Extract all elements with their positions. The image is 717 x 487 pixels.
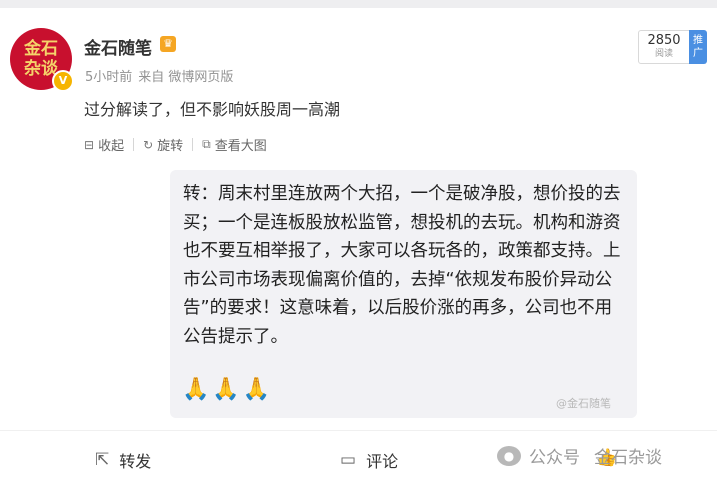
post-source: 来自 微博网页版 (138, 70, 234, 85)
post-text: 过分解读了，但不影响妖股周一高潮 (84, 100, 341, 119)
post-meta: 5小时前 来自 微博网页版 (85, 66, 233, 85)
promote-button[interactable]: 推广 (689, 30, 707, 64)
media-toolbar: ⊟ 收起 ↻ 旋转 ⧉ 查看大图 (84, 135, 267, 154)
rotate-button[interactable]: ↻ 旋转 (143, 135, 183, 155)
post-time[interactable]: 5小时前 (85, 70, 132, 85)
view-count: 2850 (647, 33, 681, 48)
vip-crown-icon: ♛ (160, 36, 176, 52)
divider (192, 138, 194, 151)
view-count-label: 阅读 (654, 49, 673, 59)
rotate-icon: ↻ (143, 137, 154, 152)
collapse-icon: ⊟ (84, 137, 95, 152)
wechat-icon: ● (497, 445, 521, 466)
view-large-icon: ⧉ (202, 137, 211, 151)
comment-button[interactable]: ▭ 评论 (340, 448, 398, 472)
image-watermark: @金石随笔 (556, 397, 611, 410)
pray-emojis: 🙏🙏🙏 (182, 377, 274, 402)
view-large-button[interactable]: ⧉ 查看大图 (202, 135, 267, 154)
divider (133, 138, 135, 151)
share-icon: ⇱ (95, 450, 110, 470)
verified-badge-icon: V (52, 70, 74, 92)
repost-image-text: 转：周末村里连放两个大招，一个是破净股，想价投的去买；一个是连板股放松监管，想投… (183, 184, 621, 347)
collapse-button[interactable]: ⊟ 收起 (84, 135, 124, 155)
author-name[interactable]: 金石随笔 (84, 34, 152, 59)
wechat-overlay: ● 公众号 金石杂谈 (497, 443, 662, 468)
comment-icon: ▭ (340, 450, 357, 470)
wechat-label: 公众号 (529, 448, 580, 468)
wechat-account: 金石杂谈 (594, 448, 662, 468)
repost-button[interactable]: ⇱ 转发 (95, 448, 151, 472)
view-count-box: 2850 阅读 (638, 30, 690, 64)
repost-image[interactable]: 转：周末村里连放两个大招，一个是破净股，想价投的去买；一个是连板股放松监管，想投… (170, 170, 637, 418)
